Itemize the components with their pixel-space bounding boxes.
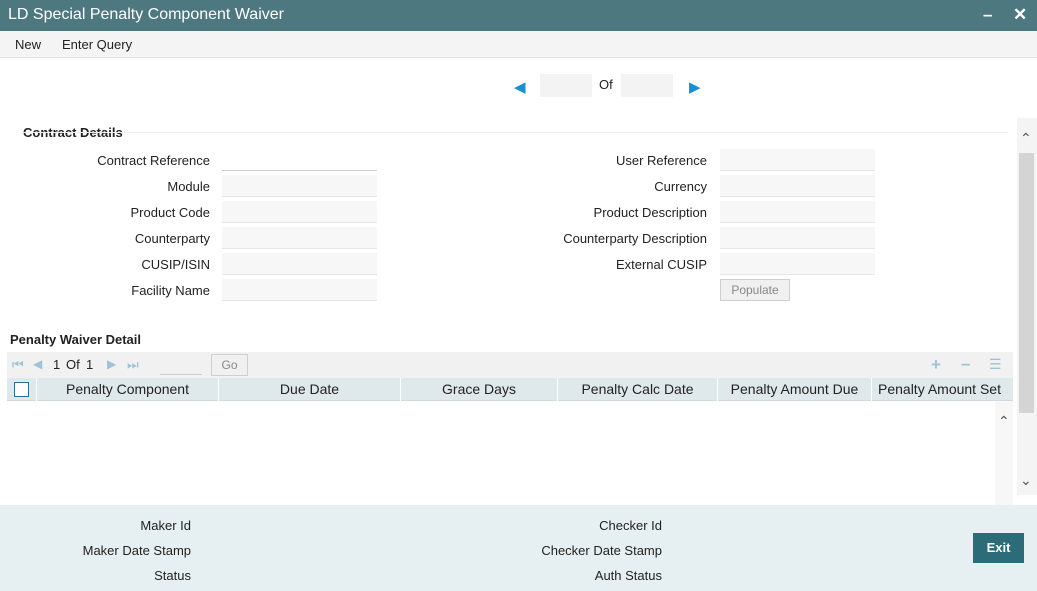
enter-query-menu-item[interactable]: Enter Query xyxy=(62,37,132,52)
grid-header: Penalty Component Due Date Grace Days Pe… xyxy=(7,378,1013,401)
scroll-down-icon[interactable]: ⌄ xyxy=(1020,472,1032,489)
facility-name-field[interactable] xyxy=(222,279,377,301)
counterparty-field[interactable] xyxy=(222,227,377,249)
column-penalty-amount-due[interactable]: Penalty Amount Due xyxy=(718,378,872,401)
new-menu-item[interactable]: New xyxy=(15,37,41,52)
cusip-isin-field[interactable] xyxy=(222,253,377,275)
minimize-icon[interactable]: – xyxy=(983,5,992,25)
first-page-icon[interactable]: ⏮ xyxy=(12,357,24,373)
list-view-icon[interactable]: ☰ xyxy=(989,356,1002,373)
close-icon[interactable]: ✕ xyxy=(1013,5,1027,25)
column-due-date[interactable]: Due Date xyxy=(219,378,401,401)
previous-page-icon[interactable]: ◀ xyxy=(33,357,42,371)
user-reference-label: User Reference xyxy=(615,153,707,168)
facility-name-label: Facility Name xyxy=(131,283,210,298)
counterparty-label: Counterparty xyxy=(134,231,210,246)
next-page-icon[interactable]: ▶ xyxy=(107,357,116,371)
delete-row-icon[interactable]: – xyxy=(961,354,970,374)
product-description-label: Product Description xyxy=(593,205,707,220)
grid-toolbar: ⏮ ◀ 1 Of 1 ▶ ⏭ Go + – ☰ xyxy=(7,352,1013,378)
product-description-field[interactable] xyxy=(720,201,875,223)
product-code-label: Product Code xyxy=(130,205,211,220)
current-page: 1 xyxy=(53,357,61,372)
previous-record-icon[interactable]: ◀ xyxy=(514,78,526,96)
auth-status-label: Auth Status xyxy=(594,568,662,583)
total-pages: 1 xyxy=(86,357,94,372)
external-cusip-label: External CUSIP xyxy=(615,257,707,272)
scrollbar-thumb[interactable] xyxy=(1019,153,1034,413)
populate-button[interactable]: Populate xyxy=(720,279,790,301)
next-record-icon[interactable]: ▶ xyxy=(689,78,701,96)
go-button[interactable]: Go xyxy=(211,354,248,376)
column-penalty-amount-set[interactable]: Penalty Amount Set xyxy=(872,378,1013,401)
maker-date-stamp-label: Maker Date Stamp xyxy=(82,543,191,558)
grid-body xyxy=(7,401,995,505)
maker-id-label: Maker Id xyxy=(140,518,191,533)
user-reference-field[interactable] xyxy=(720,149,875,171)
checker-id-label: Checker Id xyxy=(599,518,662,533)
select-all-checkbox[interactable] xyxy=(14,382,29,397)
product-code-field[interactable] xyxy=(222,201,377,223)
audit-footer: Maker Id Maker Date Stamp Status Checker… xyxy=(0,505,1037,591)
page-number-input[interactable] xyxy=(160,355,202,375)
module-field[interactable] xyxy=(222,175,377,197)
module-label: Module xyxy=(167,179,210,194)
contract-reference-label: Contract Reference xyxy=(97,153,210,168)
scroll-up-icon[interactable]: ⌃ xyxy=(1020,130,1032,147)
checker-date-stamp-label: Checker Date Stamp xyxy=(541,543,662,558)
pager-of-label: Of xyxy=(66,357,80,372)
grid-scroll-up-icon[interactable]: ⌃ xyxy=(998,413,1010,430)
form-scrollbar[interactable] xyxy=(1017,118,1037,495)
last-page-icon[interactable]: ⏭ xyxy=(127,357,139,373)
status-label: Status xyxy=(154,568,191,583)
external-cusip-field[interactable] xyxy=(720,253,875,275)
currency-field[interactable] xyxy=(720,175,875,197)
counterparty-description-label: Counterparty Description xyxy=(563,231,707,246)
total-records-field[interactable] xyxy=(621,74,673,97)
currency-label: Currency xyxy=(654,179,707,194)
counterparty-description-field[interactable] xyxy=(720,227,875,249)
cusip-isin-label: CUSIP/ISIN xyxy=(141,257,210,272)
add-row-icon[interactable]: + xyxy=(931,355,941,375)
window-title: LD Special Penalty Component Waiver xyxy=(8,6,284,23)
select-all-cell xyxy=(7,378,37,401)
section-divider xyxy=(23,132,1008,133)
of-label: Of xyxy=(599,77,613,92)
current-record-field[interactable] xyxy=(540,74,592,97)
title-bar: LD Special Penalty Component Waiver – ✕ xyxy=(0,0,1037,31)
menu-bar: New Enter Query xyxy=(0,31,1037,58)
column-penalty-calc-date[interactable]: Penalty Calc Date xyxy=(558,378,718,401)
contract-reference-field[interactable] xyxy=(222,149,377,171)
column-penalty-component[interactable]: Penalty Component xyxy=(37,378,219,401)
exit-button[interactable]: Exit xyxy=(973,533,1024,563)
column-grace-days[interactable]: Grace Days xyxy=(401,378,558,401)
penalty-waiver-title: Penalty Waiver Detail xyxy=(10,332,142,347)
